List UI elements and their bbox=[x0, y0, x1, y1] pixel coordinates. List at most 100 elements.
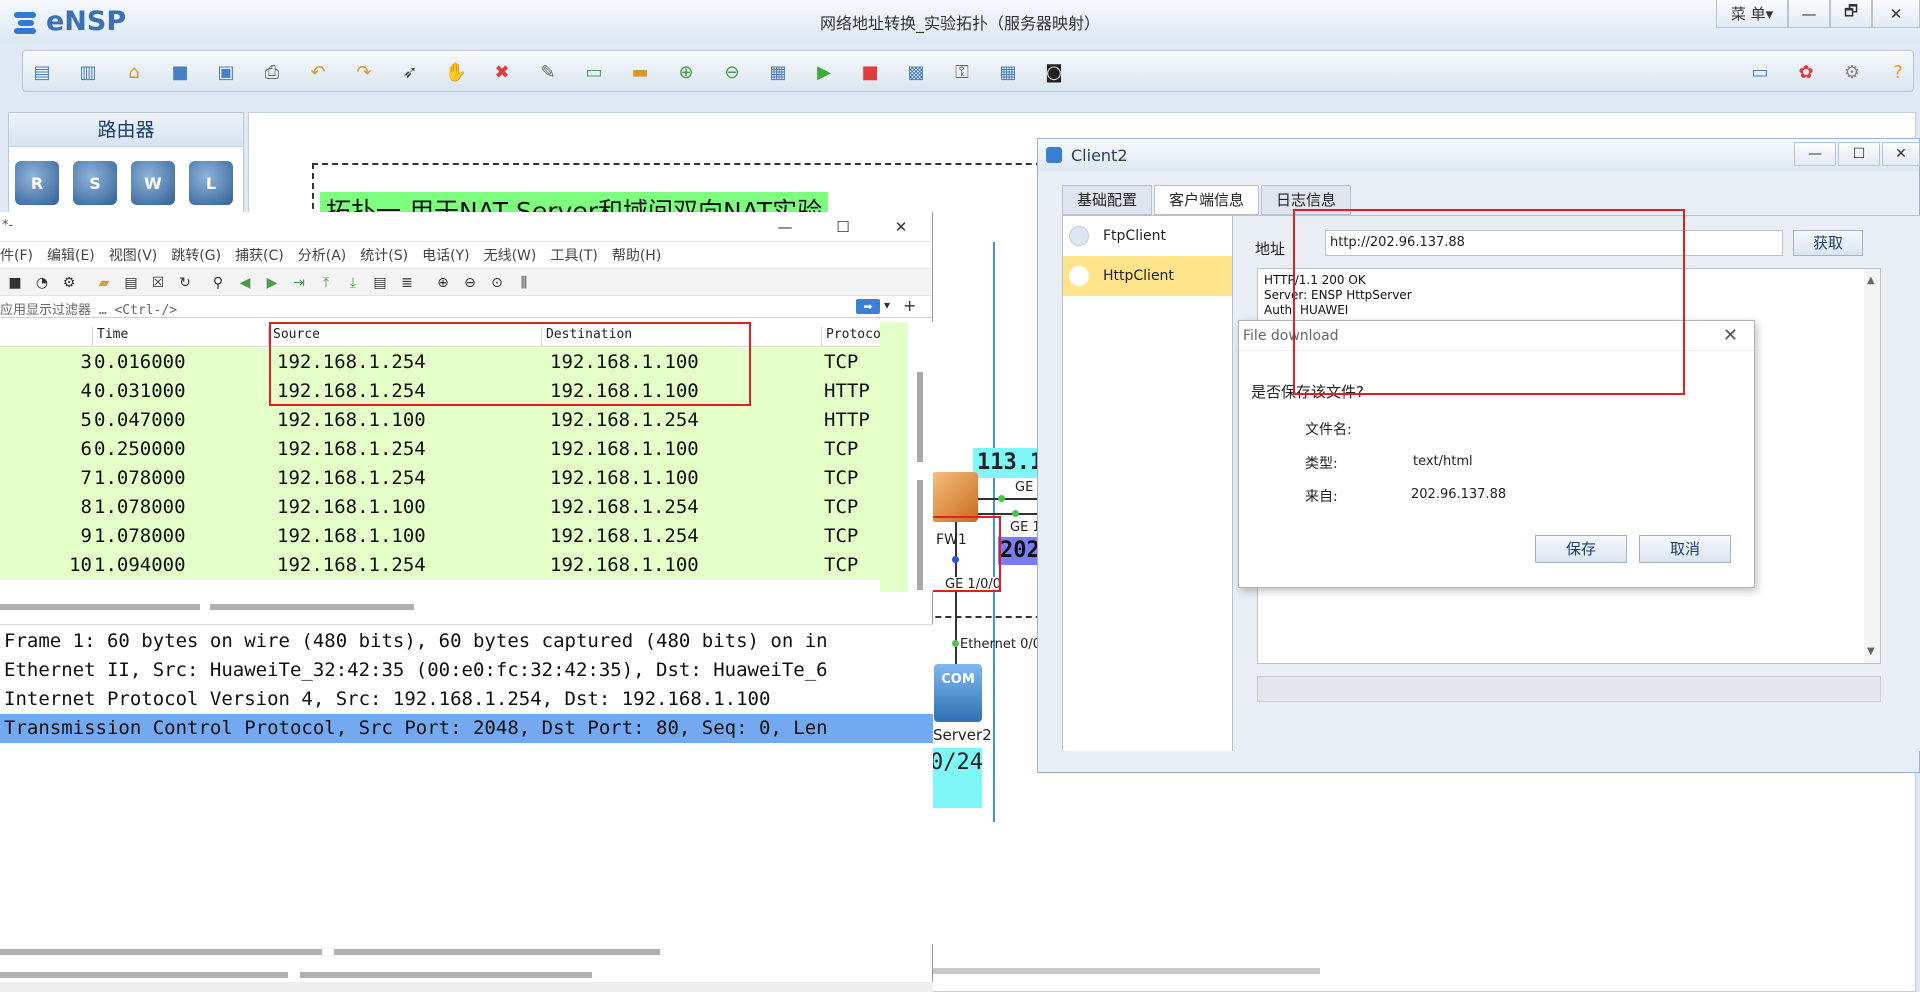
scroll-thumb[interactable] bbox=[917, 372, 923, 462]
huawei-icon[interactable]: ✿ bbox=[1793, 59, 1819, 85]
new-topo-icon[interactable]: ▤ bbox=[29, 59, 55, 85]
redo-icon[interactable]: ↷ bbox=[351, 59, 377, 85]
filter-dropdown-icon[interactable]: ▾ bbox=[884, 298, 890, 312]
zoom-in-icon[interactable]: ⊕ bbox=[433, 273, 453, 293]
detail-row[interactable]: Ethernet II, Src: HuaweiTe_32:42:35 (00:… bbox=[0, 656, 933, 685]
bytes-hscroll[interactable] bbox=[300, 972, 592, 978]
menu-analyze[interactable]: 分析(A) bbox=[298, 245, 355, 265]
ensp-minimize-button[interactable]: — bbox=[1788, 0, 1830, 28]
fit-icon[interactable]: ▦ bbox=[765, 59, 791, 85]
table-row[interactable]: 6 0.250000 192.168.1.254 192.168.1.100 T… bbox=[0, 435, 880, 464]
side-item-ftpclient[interactable]: FtpClient bbox=[1063, 216, 1232, 256]
menu-statistics[interactable]: 统计(S) bbox=[360, 245, 416, 265]
save-icon[interactable]: ■ bbox=[167, 59, 193, 85]
apply-filter-button[interactable]: ➡ bbox=[856, 299, 880, 314]
detail-row-selected[interactable]: Transmission Control Protocol, Src Port:… bbox=[0, 714, 933, 743]
packet-list-hscroll[interactable] bbox=[210, 604, 414, 610]
col-no[interactable] bbox=[0, 327, 92, 347]
server-icon[interactable]: COM bbox=[934, 664, 982, 722]
menu-tools[interactable]: 工具(T) bbox=[550, 245, 605, 265]
ensp-menu-button[interactable]: 菜 单▾ bbox=[1716, 0, 1788, 28]
undo-icon[interactable]: ↶ bbox=[305, 59, 331, 85]
options-icon[interactable]: ⚙ bbox=[59, 273, 79, 293]
table-row[interactable]: 8 1.078000 192.168.1.100 192.168.1.254 T… bbox=[0, 493, 880, 522]
close-icon[interactable]: ✕ bbox=[1723, 325, 1738, 346]
display-filter-input[interactable]: 应用显示过滤器 … <Ctrl-/> bbox=[0, 299, 177, 318]
capture-icon[interactable]: ▩ bbox=[903, 59, 929, 85]
bytes-hscroll[interactable] bbox=[0, 972, 288, 978]
zoom-out-icon[interactable]: ⊖ bbox=[719, 59, 745, 85]
cancel-button[interactable]: 取消 bbox=[1639, 535, 1731, 563]
detail-row[interactable]: Frame 1: 60 bytes on wire (480 bits), 60… bbox=[0, 627, 933, 656]
router-w-icon[interactable]: W bbox=[131, 161, 175, 205]
new-example-icon[interactable]: ▥ bbox=[75, 59, 101, 85]
zoom-out-icon[interactable]: ⊖ bbox=[460, 273, 480, 293]
menu-help[interactable]: 帮助(H) bbox=[612, 245, 669, 265]
menu-wireless[interactable]: 无线(W) bbox=[484, 245, 545, 265]
details-hscroll[interactable] bbox=[0, 949, 322, 955]
table-row[interactable]: 10 1.094000 192.168.1.254 192.168.1.100 … bbox=[0, 551, 880, 580]
client-minimize-button[interactable]: — bbox=[1794, 142, 1836, 166]
add-filter-button[interactable]: + bbox=[903, 296, 916, 315]
ws-maximize-button[interactable]: ☐ bbox=[823, 214, 863, 240]
open-icon[interactable]: ⌂ bbox=[121, 59, 147, 85]
menu-go[interactable]: 跳转(G) bbox=[171, 245, 229, 265]
back-icon[interactable]: ◀ bbox=[235, 273, 255, 293]
terminal-icon[interactable]: ◙ bbox=[1041, 59, 1067, 85]
tab-basic-config[interactable]: 基础配置 bbox=[1062, 185, 1153, 215]
router-s-icon[interactable]: S bbox=[73, 161, 117, 205]
details-hscroll[interactable] bbox=[334, 949, 660, 955]
ws-close-button[interactable]: ✕ bbox=[881, 214, 921, 240]
file-icon[interactable]: ▤ bbox=[121, 273, 141, 293]
resize-columns-icon[interactable]: ⫼ bbox=[514, 273, 534, 293]
topology-icon[interactable]: ⚿ bbox=[949, 59, 975, 85]
first-icon[interactable]: ⤒ bbox=[316, 273, 336, 293]
delete-icon[interactable]: ✖ bbox=[489, 59, 515, 85]
table-row[interactable]: 9 1.078000 192.168.1.100 192.168.1.254 T… bbox=[0, 522, 880, 551]
tab-client-info[interactable]: 客户端信息 bbox=[1154, 185, 1260, 215]
colorize-icon[interactable]: ≣ bbox=[397, 273, 417, 293]
response-scrollbar[interactable]: ▲ ▼ bbox=[1864, 269, 1880, 663]
select-icon[interactable]: ➶ bbox=[397, 59, 423, 85]
packet-list-scrollbar[interactable] bbox=[910, 362, 930, 592]
router-l-icon[interactable]: L bbox=[189, 161, 233, 205]
open-file-icon[interactable]: ▰ bbox=[94, 273, 114, 293]
delete-link-icon[interactable]: ✎ bbox=[535, 59, 561, 85]
table-row[interactable]: 7 1.078000 192.168.1.254 192.168.1.100 T… bbox=[0, 464, 880, 493]
autoscroll-icon[interactable]: ▤ bbox=[370, 273, 390, 293]
ensp-close-button[interactable]: ✕ bbox=[1872, 0, 1920, 28]
chat-icon[interactable]: ▭ bbox=[1747, 59, 1773, 85]
stop-capture-icon[interactable]: ■ bbox=[5, 273, 25, 293]
col-protocol[interactable]: Protoco bbox=[821, 327, 881, 347]
save-as-icon[interactable]: ▣ bbox=[213, 59, 239, 85]
stop-icon[interactable]: ■ bbox=[857, 59, 883, 85]
reload-icon[interactable]: ↻ bbox=[175, 273, 195, 293]
menu-capture[interactable]: 捕获(C) bbox=[235, 245, 292, 265]
close-file-icon[interactable]: ☒ bbox=[148, 273, 168, 293]
help-icon[interactable]: ? bbox=[1885, 59, 1911, 85]
client-maximize-button[interactable]: ☐ bbox=[1838, 142, 1880, 166]
menu-edit[interactable]: 编辑(E) bbox=[47, 245, 103, 265]
print-icon[interactable]: ⎙ bbox=[259, 59, 285, 85]
scroll-up-icon[interactable]: ▲ bbox=[1867, 275, 1875, 286]
forward-icon[interactable]: ▶ bbox=[262, 273, 282, 293]
packet-list-hscroll[interactable] bbox=[0, 604, 200, 610]
settings-icon[interactable]: ⚙ bbox=[1839, 59, 1865, 85]
save-button[interactable]: 保存 bbox=[1535, 535, 1627, 563]
zoom-in-icon[interactable]: ⊕ bbox=[673, 59, 699, 85]
last-icon[interactable]: ⤓ bbox=[343, 273, 363, 293]
menu-file[interactable]: 件(F) bbox=[0, 245, 41, 265]
grid-icon[interactable]: ▦ bbox=[995, 59, 1021, 85]
palette-icon[interactable]: ▬ bbox=[627, 59, 653, 85]
router-r-icon[interactable]: R bbox=[15, 161, 59, 205]
ensp-restore-button[interactable]: 🗗 bbox=[1830, 0, 1872, 28]
table-row[interactable]: 5 0.047000 192.168.1.100 192.168.1.254 H… bbox=[0, 406, 880, 435]
zoom-reset-icon[interactable]: ⊙ bbox=[487, 273, 507, 293]
fetch-button[interactable]: 获取 bbox=[1793, 230, 1863, 256]
find-icon[interactable]: ⚲ bbox=[208, 273, 228, 293]
menu-telephony[interactable]: 电话(Y) bbox=[422, 245, 477, 265]
display-filter-bar[interactable]: 应用显示过滤器 … <Ctrl-/> ➡ ▾ + bbox=[0, 296, 932, 318]
hand-icon[interactable]: ✋ bbox=[443, 59, 469, 85]
ws-minimize-button[interactable]: — bbox=[765, 214, 805, 240]
go-to-icon[interactable]: ⇥ bbox=[289, 273, 309, 293]
